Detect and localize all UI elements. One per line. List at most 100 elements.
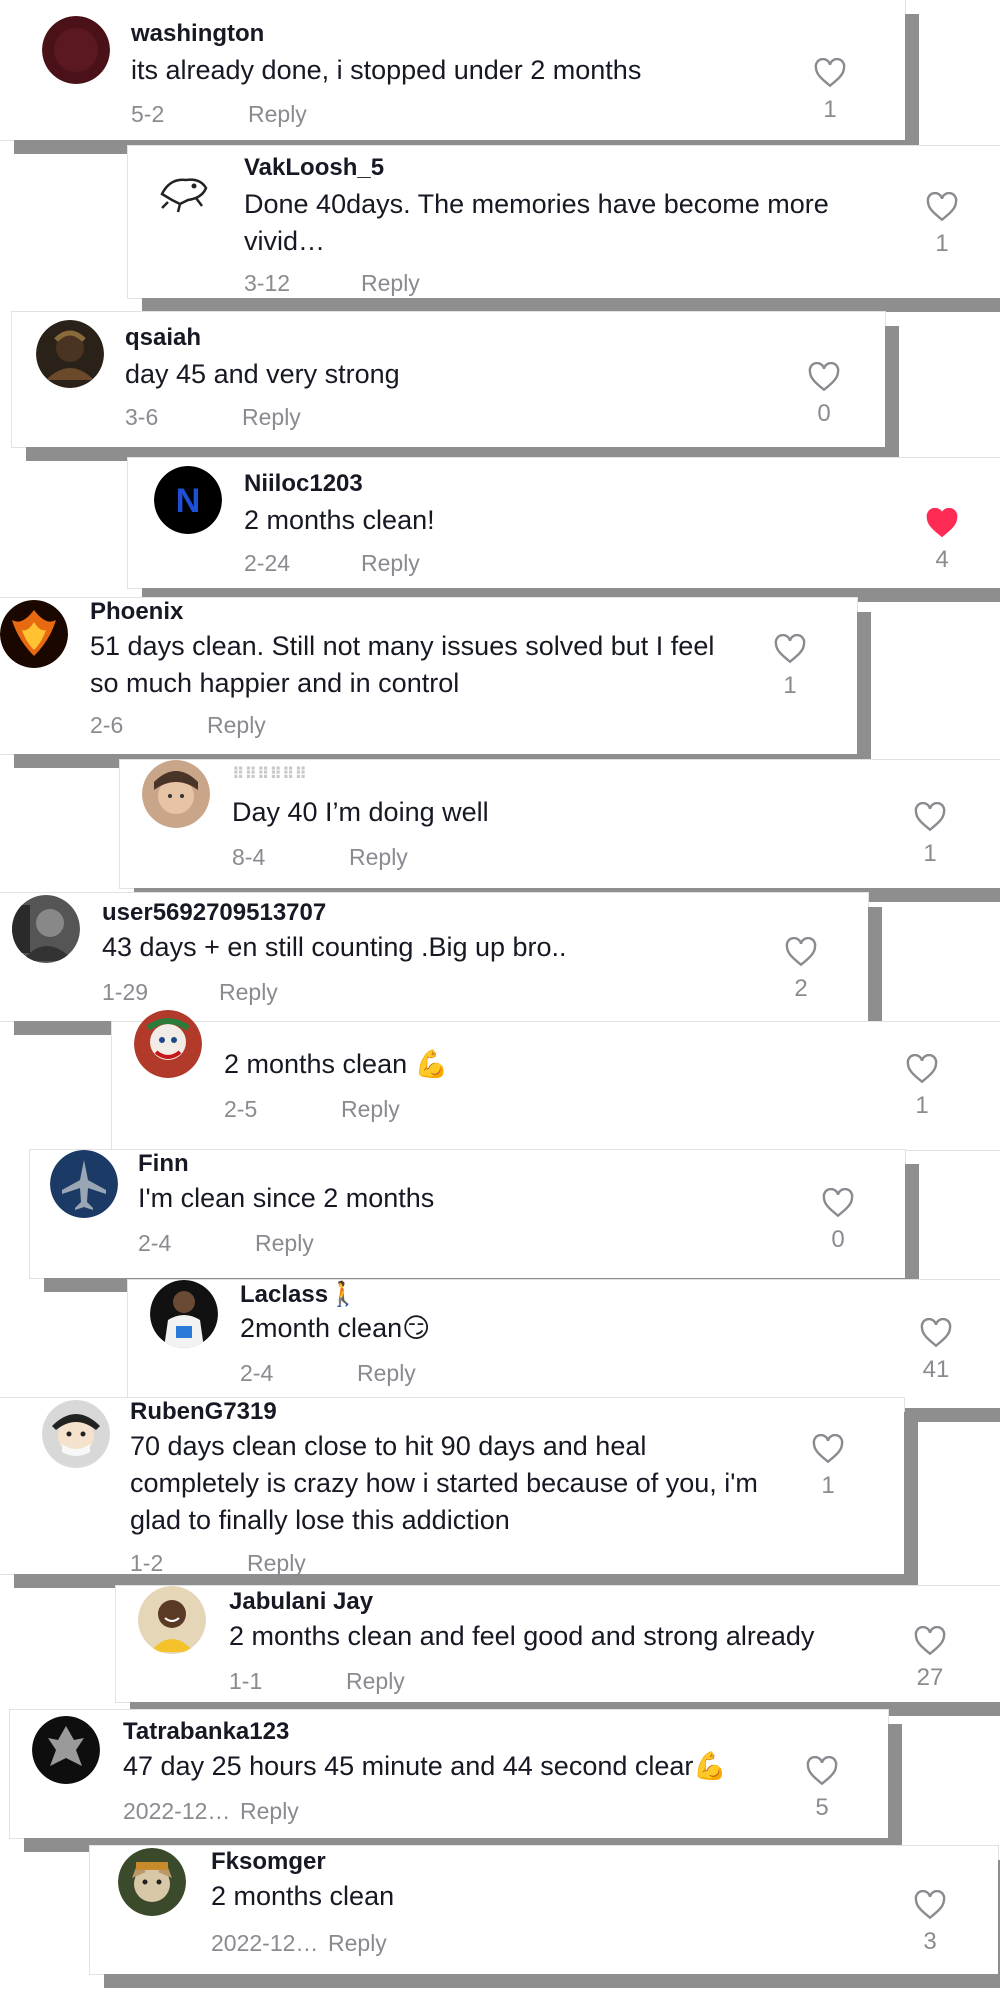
avatar[interactable] <box>50 1150 118 1218</box>
like-button[interactable]: 5 <box>804 1756 840 1822</box>
like-count: 2 <box>794 975 808 1002</box>
comment-username[interactable]: Niiloc1203 <box>244 470 363 498</box>
like-button[interactable]: 1 <box>924 192 960 258</box>
avatar[interactable] <box>32 1716 100 1784</box>
comment-username[interactable]: user5692709513707 <box>102 899 326 927</box>
like-count: 0 <box>831 1226 845 1253</box>
like-button[interactable]: 0 <box>820 1188 856 1254</box>
reply-button[interactable]: Reply <box>207 712 266 739</box>
comment-text: 2 months clean 💪 <box>224 1049 449 1079</box>
comment-text: 2 months clean <box>211 1881 395 1911</box>
heart-outline-icon <box>812 1434 844 1464</box>
avatar[interactable] <box>12 895 80 963</box>
comment-meta: 5-2 Reply <box>131 101 307 128</box>
comment-username[interactable]: Tatrabanka123 <box>123 1718 289 1746</box>
reply-button[interactable]: Reply <box>219 979 278 1006</box>
reply-button[interactable]: Reply <box>242 404 301 431</box>
comment-card: Tatrabanka123 47 day 25 hours 45 minute … <box>10 1710 888 1838</box>
comment-username[interactable]: Finn <box>138 1150 189 1178</box>
heart-outline-icon <box>914 1890 946 1920</box>
comment-text: day 45 and very strong <box>125 359 400 389</box>
avatar[interactable] <box>42 1400 110 1468</box>
comment-username[interactable]: qsaiah <box>125 324 201 352</box>
comment-date: 2-5 <box>224 1096 258 1122</box>
avatar[interactable] <box>42 16 110 84</box>
reply-button[interactable]: Reply <box>361 550 420 577</box>
comment-meta: 2-4 Reply <box>138 1230 314 1257</box>
reply-button[interactable]: Reply <box>247 1550 306 1577</box>
like-button[interactable]: 1 <box>904 1054 940 1120</box>
like-button[interactable]: 1 <box>812 58 848 124</box>
avatar[interactable] <box>138 1586 206 1654</box>
like-button[interactable]: 0 <box>806 362 842 428</box>
reply-button[interactable]: Reply <box>341 1096 400 1123</box>
comment-card: Finn I'm clean since 2 months 2-4 Reply … <box>30 1150 905 1278</box>
heart-outline-icon <box>920 1318 952 1348</box>
comment-username[interactable]: VakLoosh_5 <box>244 154 384 182</box>
comment-card: user5692709513707 43 days + en still cou… <box>0 893 868 1021</box>
comment-date: 1-1 <box>229 1668 263 1694</box>
heart-filled-icon <box>926 508 958 538</box>
comment-text: 70 days clean close to hit 90 days and h… <box>130 1431 758 1535</box>
comment-date: 2-6 <box>90 712 124 738</box>
comment-meta: 2-6 Reply <box>90 712 266 739</box>
avatar[interactable]: N <box>154 466 222 534</box>
like-button[interactable]: 27 <box>912 1626 948 1692</box>
comment-meta: 2022-12… Reply <box>123 1798 299 1825</box>
heart-outline-icon <box>785 937 817 967</box>
like-button[interactable]: 41 <box>918 1318 954 1384</box>
comment-username[interactable]: RubenG7319 <box>130 1398 277 1426</box>
reply-button[interactable]: Reply <box>349 844 408 871</box>
avatar[interactable] <box>36 320 104 388</box>
comment-meta: 2022-12… Reply <box>211 1930 387 1957</box>
comment-meta: 3-6 Reply <box>125 404 301 431</box>
comment-meta: 8-4 Reply <box>232 844 408 871</box>
reply-button[interactable]: Reply <box>240 1798 299 1825</box>
like-count: 3 <box>923 1928 937 1955</box>
heart-outline-icon <box>808 362 840 392</box>
comment-username[interactable]: Fksomger <box>211 1848 326 1876</box>
avatar[interactable] <box>134 1010 202 1078</box>
avatar[interactable] <box>150 156 218 224</box>
comment-card: Fksomger 2 months clean 2022-12… Reply 3 <box>90 1846 998 1974</box>
comment-date: 2-24 <box>244 550 291 576</box>
like-count: 27 <box>916 1664 944 1691</box>
like-button[interactable]: 3 <box>912 1890 948 1956</box>
comment-card: Laclass🚶 2month clean😏 2-4 Reply 41 <box>128 1280 1000 1408</box>
like-button[interactable]: 1 <box>912 802 948 868</box>
comment-username[interactable]: Phoenix <box>90 598 183 626</box>
like-button[interactable]: 4 <box>924 508 960 574</box>
comment-username[interactable]: washington <box>131 20 264 48</box>
like-button[interactable]: 1 <box>772 634 808 700</box>
avatar[interactable] <box>0 600 68 668</box>
like-count: 5 <box>815 1794 829 1821</box>
avatar[interactable] <box>142 760 210 828</box>
comment-card: VakLoosh_5 Done 40days. The memories hav… <box>128 146 1000 298</box>
comment-meta: 2-24 Reply <box>244 550 420 577</box>
heart-outline-icon <box>822 1188 854 1218</box>
reply-button[interactable]: Reply <box>357 1360 416 1387</box>
comment-date: 3-12 <box>244 270 291 296</box>
reply-button[interactable]: Reply <box>361 270 420 297</box>
reply-button[interactable]: Reply <box>255 1230 314 1257</box>
comment-meta: 2-4 Reply <box>240 1360 416 1387</box>
comment-date: 1-2 <box>130 1550 164 1576</box>
heart-outline-icon <box>914 1626 946 1656</box>
like-count: 1 <box>915 1092 929 1119</box>
like-button[interactable]: 2 <box>783 937 819 1003</box>
comment-text: 2month clean😏 <box>240 1313 431 1343</box>
avatar[interactable] <box>150 1280 218 1348</box>
reply-button[interactable]: Reply <box>346 1668 405 1695</box>
comment-meta: 1-1 Reply <box>229 1668 405 1695</box>
like-button[interactable]: 1 <box>810 1434 846 1500</box>
comment-username[interactable]: Laclass🚶 <box>240 1280 358 1309</box>
avatar[interactable] <box>118 1848 186 1916</box>
comment-username[interactable]: Jabulani Jay <box>229 1588 373 1616</box>
like-count: 4 <box>935 546 949 573</box>
comment-text: its already done, i stopped under 2 mont… <box>131 55 642 85</box>
reply-button[interactable]: Reply <box>328 1930 387 1957</box>
comment-text: 47 day 25 hours 45 minute and 44 second … <box>123 1751 728 1781</box>
reply-button[interactable]: Reply <box>248 101 307 128</box>
comment-card: Jabulani Jay 2 months clean and feel goo… <box>116 1586 1000 1702</box>
comment-username[interactable]: ⠿⠿⠿⠿⠿⠿ <box>232 764 307 784</box>
